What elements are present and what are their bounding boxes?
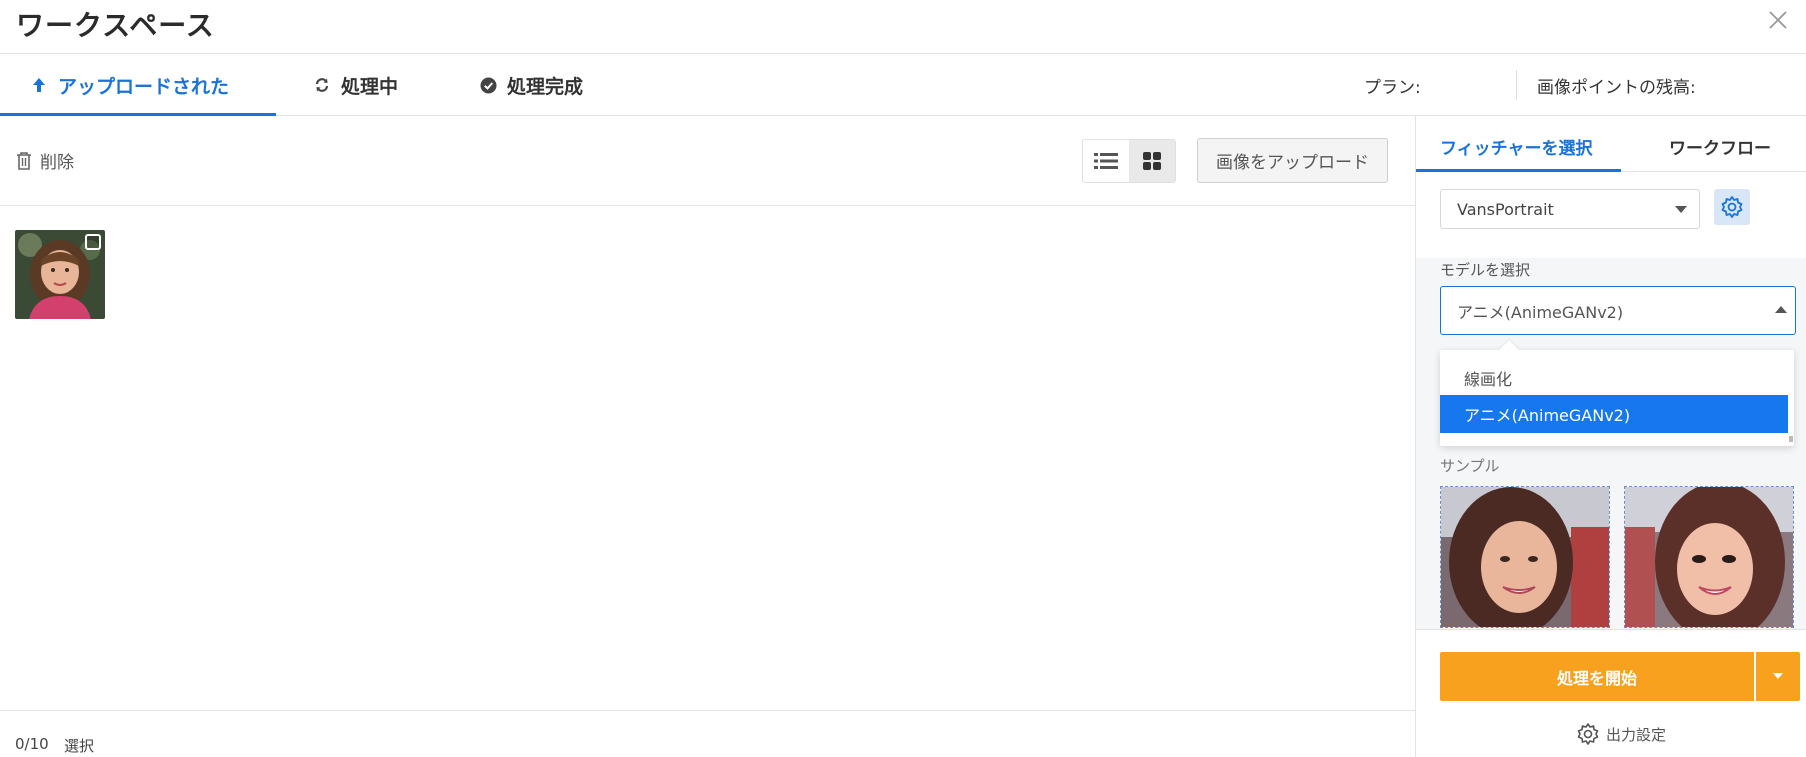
selected-count: 0/10 (15, 735, 49, 753)
close-button[interactable] (1766, 8, 1790, 32)
list-view-button[interactable] (1083, 140, 1129, 182)
chevron-up-icon (1775, 306, 1787, 313)
trash-icon (17, 151, 31, 170)
feature-select-value: VansPortrait (1457, 199, 1554, 219)
plan-label: プラン: (1364, 77, 1421, 98)
dropdown-pointer (1499, 340, 1519, 360)
grid-icon (1143, 152, 1161, 170)
feature-select-area: VansPortrait (1416, 172, 1806, 258)
select-label[interactable]: 選択 (64, 735, 94, 756)
panel-tabs: フィッチャーを選択 ワークフロー (1416, 116, 1806, 172)
sample-before-image (1440, 486, 1610, 628)
view-toggle (1082, 139, 1176, 183)
check-circle-icon (479, 76, 497, 94)
feature-panel: フィッチャーを選択 ワークフロー VansPortrait モデルを選択 アニメ… (1415, 116, 1806, 757)
output-settings-link[interactable]: 出力設定 (1576, 722, 1666, 746)
gear-icon (1577, 723, 1599, 745)
model-dropdown-menu: 線画化 アニメ(AnimeGANv2) (1440, 340, 1794, 446)
points-balance-label: 画像ポイントの残高: (1537, 77, 1696, 98)
status-tabs: アップロードされた 処理中 処理完成 (0, 54, 1806, 116)
output-settings-label: 出力設定 (1606, 725, 1667, 744)
chevron-down-icon (1773, 673, 1783, 679)
tab-uploaded-label: アップロードされた (58, 75, 230, 98)
sample-label: サンプル (1440, 457, 1500, 475)
dropdown-scrollbar[interactable] (1789, 436, 1793, 442)
list-icon (1094, 153, 1118, 169)
sample-after-image (1624, 486, 1794, 628)
page-title: ワークスペース (16, 9, 215, 42)
image-select-checkbox[interactable] (85, 234, 101, 250)
model-label: モデルを選択 (1440, 261, 1531, 279)
refresh-icon (313, 76, 331, 94)
model-select-value: アニメ(AnimeGANv2) (1457, 302, 1624, 322)
tab-completed[interactable]: 処理完成 (479, 54, 583, 116)
start-processing-button[interactable]: 処理を開始 (1440, 652, 1754, 701)
model-option[interactable]: 線画化 (1440, 359, 1788, 397)
uploaded-image-thumbnail[interactable] (15, 230, 105, 319)
process-actions: 処理を開始 出力設定 (1416, 629, 1806, 757)
tab-completed-label: 処理完成 (507, 75, 584, 98)
image-toolbar: 削除 画像をアップロード (0, 116, 1415, 206)
header-bar: ワークスペース (0, 0, 1806, 54)
tab-processing-label: 処理中 (341, 75, 399, 98)
delete-label: 削除 (40, 153, 74, 173)
model-select[interactable]: アニメ(AnimeGANv2) (1440, 286, 1796, 335)
feature-settings-button[interactable] (1714, 189, 1750, 225)
close-icon (1769, 11, 1787, 29)
workspace-app: ワークスペース アップロードされた 処理中 処理完成 プラン: 画像ポイントの残… (0, 0, 1806, 757)
tab-uploaded[interactable]: アップロードされた (30, 54, 229, 116)
selection-footer: 0/10 選択 (0, 710, 1415, 757)
upload-image-button[interactable]: 画像をアップロード (1197, 138, 1388, 183)
divider (1516, 70, 1517, 100)
tab-workflow[interactable]: ワークフロー (1669, 134, 1771, 159)
tab-processing[interactable]: 処理中 (313, 54, 398, 116)
tab-select-feature[interactable]: フィッチャーを選択 (1440, 134, 1593, 159)
gear-icon (1721, 196, 1743, 218)
delete-button[interactable]: 削除 (16, 148, 74, 173)
start-options-dropdown[interactable] (1756, 652, 1800, 701)
feature-select[interactable]: VansPortrait (1440, 189, 1700, 229)
model-option-selected[interactable]: アニメ(AnimeGANv2) (1440, 395, 1788, 433)
chevron-down-icon (1675, 206, 1687, 213)
grid-view-button[interactable] (1129, 140, 1175, 182)
upload-arrow-icon (30, 76, 48, 94)
